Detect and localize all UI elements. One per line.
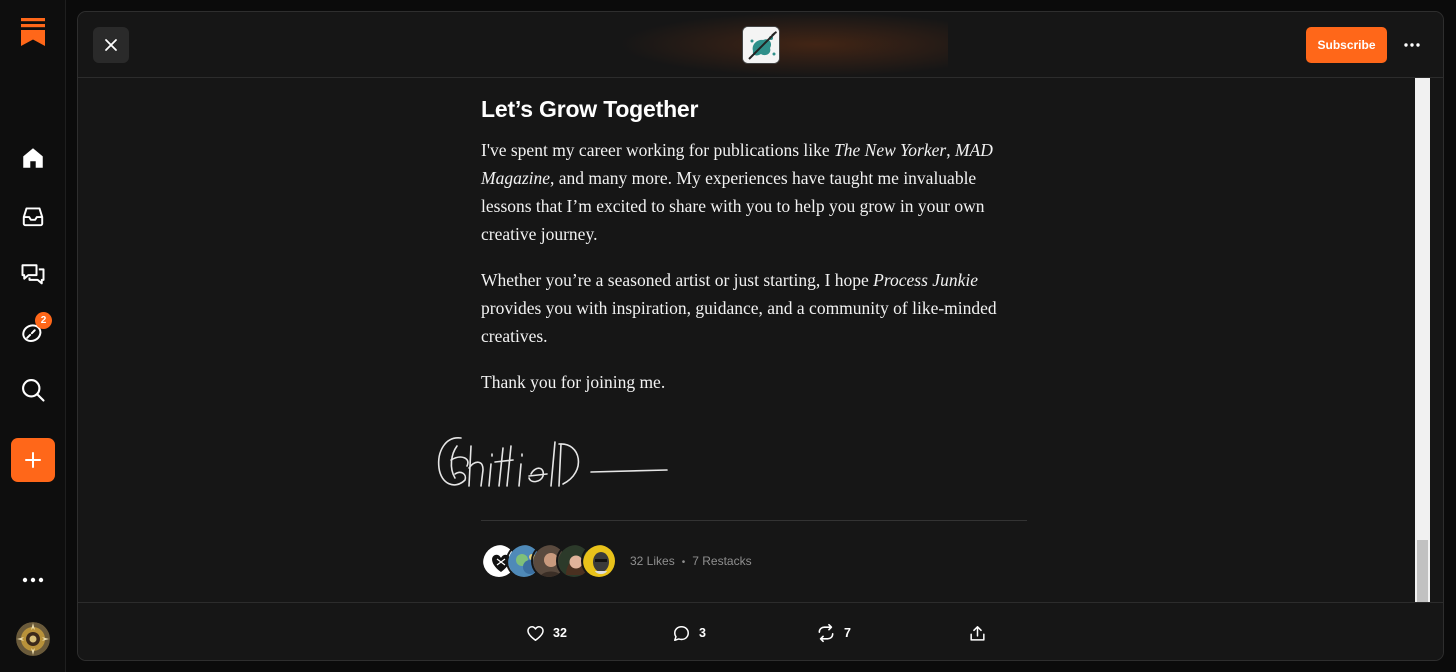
restack-button[interactable]: 7 xyxy=(816,621,851,645)
likes-count-text[interactable]: 32 Likes xyxy=(630,554,675,568)
separator: • xyxy=(681,557,686,568)
sidebar-item-search[interactable] xyxy=(13,370,53,410)
divider xyxy=(481,520,1027,521)
more-horizontal-icon xyxy=(22,577,44,583)
action-bar: 32 3 7 xyxy=(78,602,1443,660)
home-icon xyxy=(23,148,43,168)
create-button[interactable] xyxy=(11,438,55,482)
user-avatar[interactable] xyxy=(16,622,50,656)
modal-header: Subscribe xyxy=(78,12,1443,78)
sidebar-item-inbox[interactable] xyxy=(13,196,53,236)
more-menu-button[interactable] xyxy=(13,560,53,600)
restack-count: 7 xyxy=(844,626,851,640)
sidebar-item-home[interactable] xyxy=(13,138,53,178)
publication-logo[interactable] xyxy=(742,26,780,64)
header-background xyxy=(618,12,948,77)
post-options-button[interactable] xyxy=(1394,27,1430,63)
article-body: Let’s Grow Together I've spent my career… xyxy=(481,96,1029,396)
notification-badge: 2 xyxy=(35,312,52,329)
post-modal: Subscribe Let’s Grow Together I've spent… xyxy=(77,11,1444,661)
left-sidebar: 2 xyxy=(0,0,66,672)
like-button[interactable]: 32 xyxy=(526,621,567,645)
paragraph: Whether you’re a seasoned artist or just… xyxy=(481,270,997,346)
scrollbar[interactable] xyxy=(1415,78,1430,604)
share-icon xyxy=(970,625,985,641)
close-icon xyxy=(105,39,117,51)
subscribe-button[interactable]: Subscribe xyxy=(1306,27,1387,63)
likes-restacks-text[interactable]: 32 Likes • 7 Restacks xyxy=(630,554,752,568)
heart-icon xyxy=(527,625,544,641)
restacks-count-text[interactable]: 7 Restacks xyxy=(692,554,751,568)
like-count: 32 xyxy=(553,626,567,640)
restack-icon xyxy=(818,623,834,643)
plus-icon xyxy=(25,452,41,468)
signature-image xyxy=(437,437,668,487)
sidebar-item-chat[interactable] xyxy=(13,254,53,294)
sidebar-item-activity[interactable]: 2 xyxy=(13,312,53,352)
likes-summary[interactable]: 32 Likes • 7 Restacks xyxy=(481,541,752,581)
paragraph: I've spent my career working for publica… xyxy=(481,140,993,244)
paragraph: Thank you for joining me. xyxy=(481,372,666,392)
scrollbar-thumb[interactable] xyxy=(1417,540,1428,602)
substack-logo-icon[interactable] xyxy=(17,14,49,50)
liker-avatar[interactable] xyxy=(581,543,617,579)
chat-icon xyxy=(21,264,45,285)
close-button[interactable] xyxy=(93,27,129,63)
comment-button[interactable]: 3 xyxy=(672,621,706,645)
comment-icon xyxy=(674,625,689,641)
search-icon xyxy=(22,379,45,402)
share-button[interactable] xyxy=(968,621,987,645)
inbox-icon xyxy=(22,207,44,227)
section-heading: Let’s Grow Together xyxy=(481,96,699,122)
more-horizontal-icon xyxy=(1404,43,1420,47)
comment-count: 3 xyxy=(699,626,706,640)
